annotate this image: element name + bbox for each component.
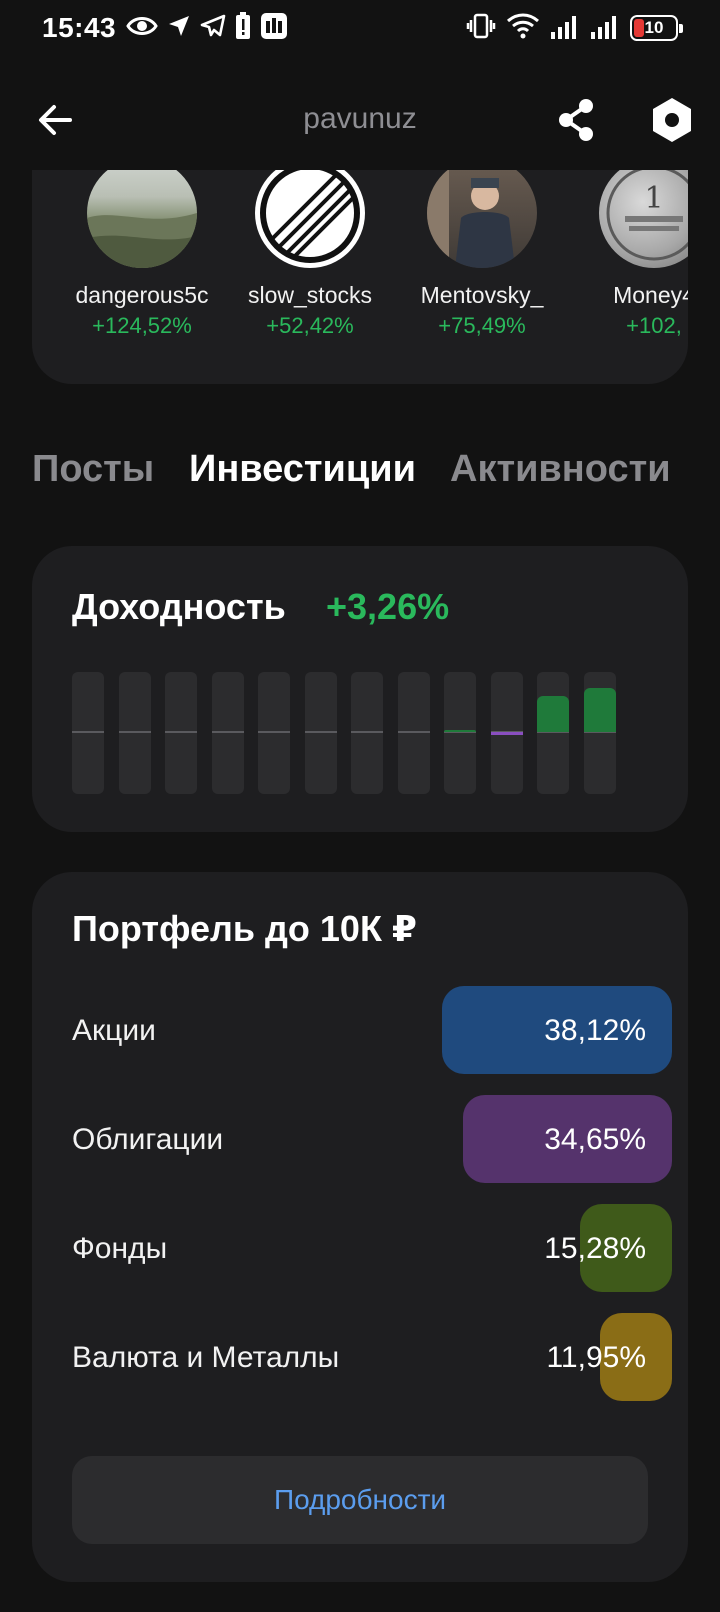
yield-bar — [258, 672, 290, 794]
tab-activity[interactable]: Активности — [450, 448, 671, 491]
allocation-row-bonds[interactable]: Облигации 34,65% — [72, 1095, 672, 1183]
allocation-row-currency-metals[interactable]: Валюта и Металлы 11,95% — [72, 1313, 672, 1401]
battery-level: 10 — [644, 18, 664, 37]
yield-bar — [165, 672, 197, 794]
profile-username: pavunuz — [303, 102, 417, 135]
location-arrow-icon — [167, 14, 191, 43]
allocation-value: 15,28% — [544, 1232, 646, 1265]
profile-tabs: Посты Инвестиции Активности — [32, 448, 720, 498]
allocation-label: Облигации — [72, 1123, 224, 1156]
allocation-label: Акции — [72, 1014, 156, 1047]
details-button[interactable]: Подробности — [72, 1456, 648, 1544]
yield-title: Доходность — [72, 586, 286, 627]
tab-posts[interactable]: Посты — [32, 448, 154, 491]
investor-change: +52,42% — [266, 313, 354, 338]
yield-bar-fill — [583, 688, 616, 732]
allocation-value: 38,12% — [544, 1014, 646, 1047]
hexagon-settings-icon — [653, 98, 691, 142]
allocation-label: Фонды — [72, 1232, 168, 1265]
investor-name: slow_stocks — [248, 282, 372, 308]
yield-bar-fill — [490, 732, 523, 736]
investor-change: +124,52% — [92, 313, 192, 338]
yield-bar-fill — [537, 696, 569, 732]
share-icon — [559, 99, 593, 141]
investor-name: Money4 — [613, 282, 688, 308]
yield-bar — [537, 672, 569, 794]
yield-bar — [304, 672, 337, 794]
avatar: 1 — [599, 170, 688, 268]
tab-investments[interactable]: Инвестиции — [189, 448, 416, 491]
yield-bar-chart — [72, 672, 632, 794]
allocation-value: 34,65% — [544, 1123, 646, 1156]
avatar — [255, 170, 365, 268]
investor-change: +102, — [626, 313, 682, 338]
alert-battery-icon — [235, 11, 251, 45]
telegram-icon — [200, 14, 226, 43]
app-bar: pavunuz — [0, 80, 720, 160]
wifi-icon — [506, 12, 540, 45]
allocation-value: 11,95% — [546, 1341, 646, 1374]
eye-icon — [126, 14, 158, 43]
followed-investors-card: dangerous5с +124,52% slow_stocks +52,42%… — [32, 170, 688, 384]
svg-text:1: 1 — [644, 181, 663, 216]
signal-icon — [550, 12, 580, 45]
battery-icon: 10 — [630, 15, 683, 41]
yield-bar — [490, 672, 523, 794]
yield-bar — [72, 672, 104, 794]
allocation-label: Валюта и Металлы — [72, 1341, 340, 1374]
allocation-row-stocks[interactable]: Акции 38,12% — [72, 986, 672, 1074]
investor-change: +75,49% — [438, 313, 526, 338]
settings-button[interactable] — [646, 94, 698, 146]
end-of-restrictions-sign-icon — [260, 170, 360, 263]
yield-bar — [351, 672, 383, 794]
portfolio-card: Портфель до 10К ₽ Акции 38,12% Облигации… — [32, 872, 688, 1582]
yield-value: +3,26% — [326, 586, 450, 627]
allocation-row-funds[interactable]: Фонды 15,28% — [72, 1204, 672, 1292]
ruble-coin-icon: 1 — [606, 170, 688, 261]
yield-bar — [118, 672, 151, 794]
vibrate-icon — [466, 12, 496, 45]
investor-name: dangerous5с — [75, 282, 209, 308]
investor-name: Mentovsky_ — [420, 282, 544, 308]
app-notification-icon — [260, 12, 288, 45]
avatar — [87, 170, 197, 268]
yield-bar — [211, 672, 244, 794]
share-button[interactable] — [550, 94, 602, 146]
investor-item[interactable]: slow_stocks +52,42% — [240, 170, 380, 339]
yield-bar — [397, 672, 430, 794]
investor-item[interactable]: dangerous5с +124,52% — [72, 170, 212, 339]
signal-icon-2 — [590, 12, 620, 45]
status-time: 15:43 — [42, 12, 117, 43]
portfolio-title: Портфель до 10К ₽ — [72, 908, 417, 949]
investor-item[interactable]: 1 Money4 +102, — [584, 170, 688, 339]
yield-bar-fill — [444, 730, 476, 732]
yield-card[interactable]: Доходность +3,26% — [32, 546, 688, 832]
yield-bar — [583, 672, 616, 794]
investor-item[interactable]: Mentovsky_ +75,49% — [412, 170, 552, 339]
yield-bar — [444, 672, 476, 794]
avatar — [427, 170, 537, 268]
status-bar: 15:43 10 — [0, 0, 720, 56]
